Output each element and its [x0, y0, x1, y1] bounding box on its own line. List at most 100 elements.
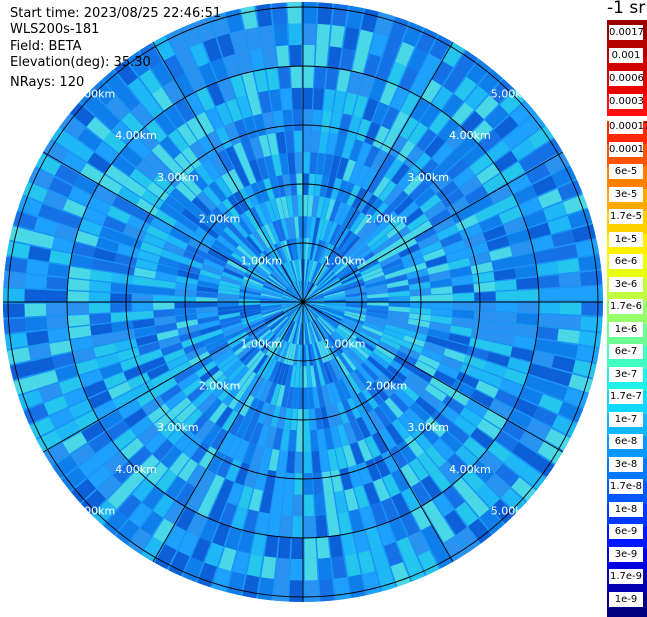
colorbar-tick-label: 0.001 [609, 48, 643, 63]
range-gate [45, 290, 68, 302]
range-gate [317, 2, 333, 25]
range-ring-label: 4.00km [449, 463, 491, 476]
range-gate [289, 580, 303, 602]
colorbar-tick-label: 1.7e-6 [609, 299, 643, 314]
range-gate [303, 451, 312, 474]
range-gate [3, 272, 26, 288]
start-time: Start time: 2023/08/25 22:46:51 [10, 6, 222, 21]
range-gate [304, 473, 314, 495]
range-gate [517, 302, 539, 313]
range-gate [291, 87, 302, 110]
range-ring-label: 1.00km [241, 338, 283, 351]
range-gate [295, 152, 303, 174]
range-gate [303, 23, 316, 46]
range-gate [452, 302, 475, 310]
range-gate [3, 318, 26, 334]
colorbar-tick-label: 3e-9 [609, 546, 643, 562]
range-gate [304, 516, 316, 538]
range-gate [67, 278, 90, 291]
range-gate [153, 302, 175, 310]
colorbar-tick-label: 6e-7 [609, 344, 643, 359]
range-gate [24, 317, 48, 332]
range-gate [3, 303, 25, 318]
range-gate [304, 537, 317, 560]
colorbar-tick-label: 1.7e-9 [609, 569, 643, 584]
colorbar-tick-label: 6e-6 [609, 254, 643, 269]
range-gate [279, 515, 292, 538]
range-gate [537, 314, 560, 328]
range-gate [303, 66, 314, 88]
instrument-name: WLS200s-181 [10, 22, 100, 38]
range-gate [303, 87, 313, 110]
range-ring-label: 3.00km [157, 421, 199, 434]
range-gate [559, 302, 582, 315]
range-gate [24, 274, 48, 289]
range-ring-label: 5.00km [491, 505, 533, 518]
range-gate [580, 316, 603, 332]
range-gate [67, 303, 89, 315]
range-gate [276, 45, 290, 68]
range-gate [294, 130, 303, 153]
colorbar-tick-label: 3e-5 [609, 186, 643, 202]
range-gate [580, 270, 603, 286]
range-gate [452, 293, 475, 302]
colorbar-tick-label: 1e-8 [609, 501, 643, 517]
elevation-angle: Elevation(deg): 35.30 [10, 55, 151, 71]
range-gate [292, 516, 303, 538]
range-ring-label: 1.00km [241, 254, 283, 267]
colorbar-tick-label: 3e-8 [609, 456, 643, 472]
colorbar-tick-label: 0.0003 [609, 94, 644, 109]
range-ring-label: 3.00km [157, 171, 199, 184]
ppi-radar-display: 1.00km 1.00km 1.00km 1.00km 2.00km 2.00km 2.00… [3, 2, 603, 602]
range-gate [318, 557, 333, 581]
colorbar-units: -1 sr [607, 0, 646, 18]
range-ring-label: 1.00km [324, 254, 366, 267]
range-gate [495, 302, 518, 312]
range-gate [290, 66, 302, 88]
range-gate [291, 537, 303, 560]
colorbar-tick-label: 1e-7 [609, 411, 643, 427]
range-gate [271, 2, 287, 25]
colorbar-tick-label: 6e-9 [609, 524, 643, 539]
range-gate [67, 291, 89, 302]
range-gate [24, 303, 47, 317]
range-gate [290, 558, 303, 581]
range-gate [303, 44, 315, 67]
range-gate [314, 66, 327, 89]
field-name: Field: BETA [10, 38, 82, 54]
range-gate [538, 288, 561, 301]
range-gate [303, 430, 311, 452]
range-ring-label: 5.00km [74, 505, 116, 518]
range-ring-label: 2.00km [199, 213, 241, 226]
range-gate [277, 536, 291, 559]
range-gate [131, 302, 154, 311]
range-ring-label: 4.00km [115, 463, 157, 476]
range-gate [303, 152, 310, 174]
range-gate [559, 287, 582, 301]
range-ring-label: 4.00km [449, 129, 491, 142]
range-gate [304, 580, 319, 602]
colorbar-tick-label: 0.0006 [609, 71, 644, 86]
range-gate [558, 272, 582, 287]
range-gate [315, 45, 329, 68]
colorbar-tick-label: 0.0001 [609, 141, 644, 157]
range-gate [46, 315, 69, 329]
range-gate [303, 109, 312, 131]
colorbar-tick-label: 3e-6 [609, 276, 643, 292]
range-gate [581, 286, 603, 301]
colorbar-tick-label: 0.0017 [609, 25, 644, 40]
scan-info: Start time: 2023/08/25 22:46:51 WLS200s-… [10, 6, 221, 91]
colorbar-tick-label: 1.7e-5 [609, 209, 643, 224]
range-gate [474, 302, 496, 311]
range-gate [517, 289, 539, 301]
range-gate [289, 44, 302, 67]
range-gate [303, 130, 311, 153]
colorbar-tick-label: 6e-5 [609, 164, 643, 179]
colorbar-tick-label: 1.7e-7 [609, 389, 643, 404]
range-ring-label: 2.00km [366, 213, 408, 226]
colorbar-tick-label: 1e-5 [609, 231, 643, 247]
range-gate [273, 579, 289, 602]
range-gate [131, 294, 154, 302]
range-gate [288, 23, 302, 46]
range-gate [110, 293, 132, 302]
